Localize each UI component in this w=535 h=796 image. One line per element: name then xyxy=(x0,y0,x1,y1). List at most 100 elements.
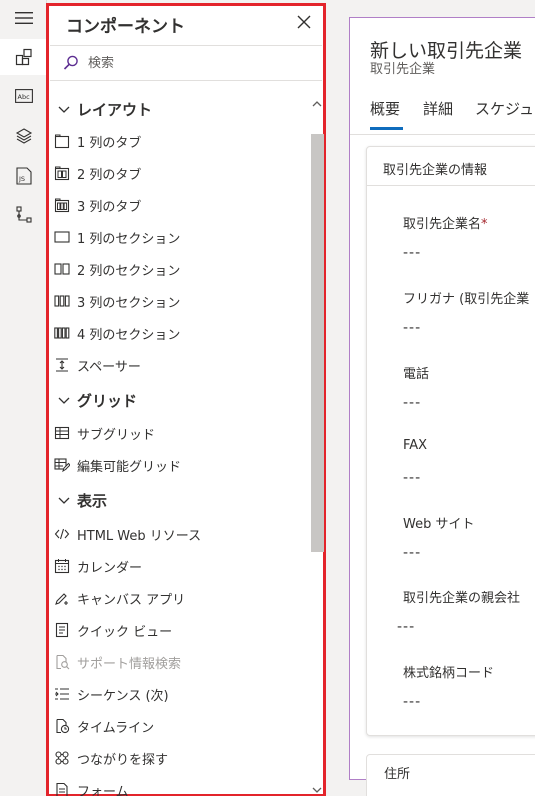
tree-view-icon xyxy=(15,206,32,223)
item-label: クイック ビュー xyxy=(77,624,173,640)
svg-text:JS: JS xyxy=(18,175,25,183)
item-label: 1 列のセクション xyxy=(77,231,181,247)
search-icon xyxy=(62,53,82,73)
field-value-parent-account[interactable]: --- xyxy=(397,619,415,635)
four-column-section-icon xyxy=(54,325,70,341)
active-tab-indicator xyxy=(370,127,403,130)
field-label-website: Web サイト xyxy=(403,517,475,532)
hamburger-menu-icon xyxy=(14,12,33,24)
tab-schedule[interactable]: スケジュ xyxy=(475,98,534,119)
javascript-icon: JS xyxy=(15,167,32,185)
search-box xyxy=(50,45,322,81)
item-3-col-section[interactable]: 3 列のセクション xyxy=(47,287,309,315)
item-label: 4 列のセクション xyxy=(77,327,181,343)
item-label: 1 列のタブ xyxy=(77,135,142,151)
item-label: サブグリッド xyxy=(77,427,156,443)
spacer-icon xyxy=(54,357,70,373)
field-value-website[interactable]: --- xyxy=(403,545,421,561)
field-value-account-name[interactable]: --- xyxy=(403,245,421,261)
calendar-icon xyxy=(54,558,70,574)
item-spacer[interactable]: スペーサー xyxy=(47,351,309,379)
section-layout[interactable]: レイアウト xyxy=(47,95,152,123)
item-canvas-app[interactable]: キャンバス アプリ xyxy=(47,584,309,612)
item-html-web-resource[interactable]: HTML Web リソース xyxy=(47,520,309,548)
form-icon xyxy=(54,782,70,796)
quick-view-icon xyxy=(54,622,70,638)
one-column-section-icon xyxy=(54,229,70,245)
field-label-ticker-symbol: 株式銘柄コード xyxy=(403,666,495,681)
three-column-section-icon xyxy=(54,293,70,309)
scroll-thumb[interactable] xyxy=(311,134,324,552)
canvas-app-icon xyxy=(54,590,70,606)
item-calendar[interactable]: カレンダー xyxy=(47,552,309,580)
section-label: 表示 xyxy=(77,491,108,510)
section-heading: 住所 xyxy=(384,767,411,782)
item-label: スペーサー xyxy=(77,359,141,375)
panel-scrollbar[interactable] xyxy=(310,88,325,796)
item-subgrid[interactable]: サブグリッド xyxy=(47,419,309,447)
item-label: 3 列のタブ xyxy=(77,199,142,215)
scroll-down-arrow-icon[interactable] xyxy=(312,780,322,793)
item-editable-grid[interactable]: 編集可能グリッド xyxy=(47,451,309,479)
item-label: 3 列のセクション xyxy=(77,295,181,311)
svg-text:Abc: Abc xyxy=(17,93,30,101)
item-3-col-tab[interactable]: 3 列のタブ xyxy=(47,191,309,219)
field-label-account-name: 取引先企業名* xyxy=(403,217,488,232)
item-label: 2 列のタブ xyxy=(77,167,142,183)
field-value-ticker-symbol[interactable]: --- xyxy=(403,694,421,710)
section-display[interactable]: 表示 xyxy=(47,486,107,514)
text-field-icon: Abc xyxy=(14,89,33,103)
form-libraries-rail-button[interactable]: JS xyxy=(0,158,47,194)
field-value-fax[interactable]: --- xyxy=(403,470,421,486)
search-input[interactable] xyxy=(88,55,288,71)
item-label: 2 列のセクション xyxy=(77,263,181,279)
item-label: カレンダー xyxy=(77,560,143,576)
item-connections[interactable]: つながりを探す xyxy=(47,744,309,772)
sequence-icon xyxy=(54,686,70,702)
timeline-icon xyxy=(54,718,70,734)
business-rules-rail-button[interactable] xyxy=(0,197,47,233)
item-1-col-tab[interactable]: 1 列のタブ xyxy=(47,127,309,155)
section-heading: 取引先企業の情報 xyxy=(383,163,488,178)
item-form[interactable]: フォーム xyxy=(47,776,309,796)
form-subtitle: 取引先企業 xyxy=(370,62,436,77)
chevron-down-icon xyxy=(57,493,71,507)
field-label-parent-account: 取引先企業の親会社 xyxy=(403,591,521,606)
item-2-col-section[interactable]: 2 列のセクション xyxy=(47,255,309,283)
connections-icon xyxy=(54,750,70,766)
item-1-col-section[interactable]: 1 列のセクション xyxy=(47,223,309,251)
panel-title: コンポーネント xyxy=(66,17,185,37)
subgrid-icon xyxy=(54,425,70,441)
field-value-phone[interactable]: --- xyxy=(403,395,421,411)
three-column-tab-icon xyxy=(54,197,70,213)
item-label: タイムライン xyxy=(77,720,155,736)
required-marker: * xyxy=(481,217,488,232)
item-2-col-tab[interactable]: 2 列のタブ xyxy=(47,159,309,187)
item-4-col-section[interactable]: 4 列のセクション xyxy=(47,319,309,347)
hamburger-menu-button[interactable] xyxy=(0,0,47,36)
components-rail-button[interactable] xyxy=(0,39,47,75)
item-timeline[interactable]: タイムライン xyxy=(47,712,309,740)
components-panel: コンポーネント レイアウト 1 列のタブ 2 列のタブ 3 列のタブ xyxy=(46,3,326,796)
field-value-furigana[interactable]: --- xyxy=(403,320,421,336)
section-grid[interactable]: グリッド xyxy=(47,386,137,414)
section-label: グリッド xyxy=(77,391,138,410)
layers-icon xyxy=(15,128,32,144)
item-quick-view[interactable]: クイック ビュー xyxy=(47,616,309,644)
tabs-divider xyxy=(350,134,535,135)
address-section[interactable]: 住所 xyxy=(366,754,535,796)
tree-rail-button[interactable] xyxy=(0,118,47,154)
item-label: HTML Web リソース xyxy=(77,528,202,544)
fields-rail-button[interactable]: Abc xyxy=(0,78,47,114)
account-info-section[interactable]: 取引先企業の情報 取引先企業名* --- フリガナ (取引先企業 --- 電話 … xyxy=(366,146,535,736)
chevron-down-icon xyxy=(57,393,71,407)
tab-summary[interactable]: 概要 xyxy=(370,98,400,119)
section-label: レイアウト xyxy=(77,100,153,119)
item-knowledge-search: サポート情報検索 xyxy=(47,648,309,676)
close-button[interactable] xyxy=(295,13,313,31)
scroll-up-arrow-icon[interactable] xyxy=(312,94,322,107)
tab-details[interactable]: 詳細 xyxy=(423,98,453,119)
item-label: シーケンス (次) xyxy=(77,688,169,704)
code-icon xyxy=(54,526,70,542)
item-sequence[interactable]: シーケンス (次) xyxy=(47,680,309,708)
